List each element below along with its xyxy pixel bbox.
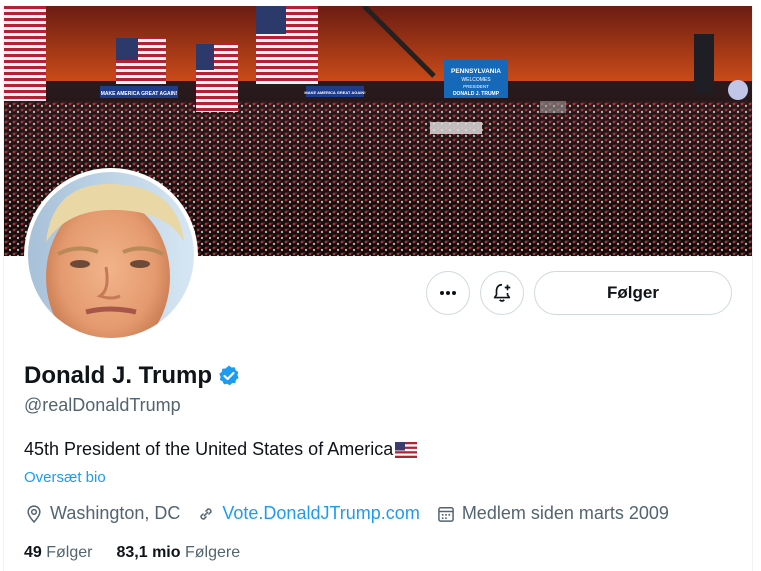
avatar-image [28,172,194,338]
banner-sign-1: MAKE AMERICA GREAT AGAIN! [101,91,178,97]
profile-card: MAKE AMERICA GREAT AGAIN! MAKE AMERICA G… [3,6,753,571]
website-item: Vote.DonaldJTrump.com [196,503,420,524]
location-text: Washington, DC [50,503,181,523]
location-pin-icon [27,504,41,523]
notifications-button[interactable] [480,271,524,315]
more-icon [440,291,456,295]
translate-bio-link[interactable]: Oversæt bio [24,469,106,486]
profile-avatar[interactable] [24,168,198,342]
joined-text: Medlem siden marts 2009 [461,503,669,523]
followers-label: Følgere [184,544,241,561]
profile-bio: 45th President of the United States of A… [24,439,418,460]
link-icon [200,507,213,520]
location-item: Washington, DC [24,503,180,524]
banner-sign-2: MAKE AMERICA GREAT AGAIN! [304,90,365,95]
joined-item: Medlem siden marts 2009 [436,503,669,524]
us-flag-icon [395,441,418,458]
profile-meta: Washington, DC Vote.DonaldJTrump.com Med… [24,503,685,524]
profile-actions: Følger [426,271,732,315]
banner-screen-line-1: PENNSYLVANIA [451,68,501,75]
profile-stats: 49 Følger 83,1 mio Følgere [24,544,240,562]
verified-badge-icon [219,365,239,386]
following-label: Følger [46,544,93,561]
profile-name: Donald J. Trump [24,362,213,389]
bell-plus-icon [493,283,511,302]
following-button[interactable]: Følger [534,271,732,315]
followers-stat[interactable]: 83,1 mio Følgere [116,544,240,562]
profile-name-row: Donald J. Trump [24,362,241,390]
following-stat[interactable]: 49 Følger [24,544,92,562]
banner-screen-line-4: DONALD J. TRUMP [453,91,500,97]
more-options-button[interactable] [426,271,470,315]
banner-screen-line-3: PRESIDENT [463,84,489,89]
following-count: 49 [24,544,42,561]
bio-text: 45th President of the United States of A… [24,439,394,459]
followers-count: 83,1 mio [116,544,181,561]
profile-handle: @realDonaldTrump [24,395,181,415]
banner-screen-line-2: WELCOMES [461,77,491,83]
calendar-icon [437,506,454,522]
website-link[interactable]: Vote.DonaldJTrump.com [222,503,419,524]
